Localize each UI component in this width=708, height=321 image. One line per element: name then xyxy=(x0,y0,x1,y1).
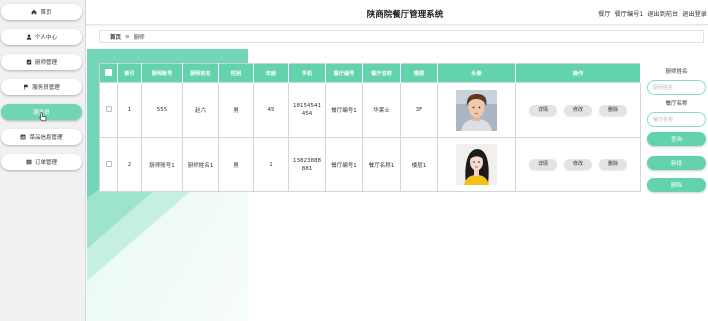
sidebar-item-label: 菜品信息管理 xyxy=(29,135,63,141)
clipboard-check-icon xyxy=(26,59,32,65)
top-header: 陕商院餐厅管理系统 餐厅 餐厅编号1 退出到前台 退出登录 xyxy=(86,0,708,25)
column-header-actions: 操作 xyxy=(515,63,641,83)
cell-restaurant-name: 餐厅名称1 xyxy=(362,137,401,192)
table-row: 1 555 赵六 男 45 18154541454 餐厅编号1 华莱士 3F 详… xyxy=(99,82,641,138)
chef-avatar-image xyxy=(456,144,497,185)
breadcrumb: 首页 ≡ 厨师 xyxy=(99,30,704,43)
detail-button[interactable]: 详情 xyxy=(529,159,557,170)
phone-text: 13823888881 xyxy=(293,157,321,172)
column-header-gender: 性别 xyxy=(218,63,254,83)
back-to-front-link[interactable]: 退出到前台 xyxy=(647,9,678,18)
logout-link[interactable]: 退出登录 xyxy=(682,9,707,18)
header-user-area: 餐厅 餐厅编号1 退出到前台 退出登录 xyxy=(598,9,707,18)
phone-text: 18154541454 xyxy=(293,103,321,117)
sidebar-item-waiter-management[interactable]: 服务员管理 xyxy=(1,79,82,95)
delete-button[interactable]: 删除 xyxy=(599,104,627,116)
cell-account: 555 xyxy=(141,82,183,138)
user-icon xyxy=(26,34,32,40)
breadcrumb-home[interactable]: 首页 xyxy=(110,33,121,41)
cell-index: 2 xyxy=(117,137,142,192)
sidebar-item-order-management[interactable]: 订单管理 xyxy=(1,154,82,170)
chef-name-label: 厨师姓名 xyxy=(665,69,688,75)
cell-actions: 详情 修改 删除 xyxy=(515,82,641,138)
cell-floor: 3F xyxy=(400,82,438,138)
column-header-restaurant-name: 餐厅名称 xyxy=(362,63,401,83)
delete-button[interactable]: 删除 xyxy=(599,159,627,170)
cell-floor: 楼层1 xyxy=(400,137,438,192)
cell-age: 45 xyxy=(253,82,289,138)
column-header-age: 年龄 xyxy=(253,63,289,83)
cell-restaurant-name: 华莱士 xyxy=(362,82,401,138)
sidebar-item-label: 个人中心 xyxy=(34,35,57,41)
sidebar-item-label: 厨师管理 xyxy=(34,60,57,66)
mouse-pointer-icon xyxy=(39,112,47,122)
chef-name-input[interactable] xyxy=(647,80,706,95)
column-header-restaurant-no: 餐厅编号 xyxy=(325,63,363,83)
cell-gender: 男 xyxy=(218,82,254,138)
cell-gender: 男 xyxy=(218,137,254,192)
sidebar-item-label: 服务员管理 xyxy=(32,85,60,91)
restaurant-name-label: 餐厅名称 xyxy=(665,101,688,107)
cell-age: 1 xyxy=(253,137,289,192)
sidebar: 首页 个人中心 厨师管理 服务员管理 服务员 菜品信息管理 订单管理 xyxy=(0,0,86,321)
sidebar-item-profile[interactable]: 个人中心 xyxy=(1,29,82,45)
chef-avatar-image xyxy=(456,89,497,131)
detail-button[interactable]: 详情 xyxy=(529,104,557,116)
home-icon xyxy=(31,9,37,15)
column-header-phone: 手机 xyxy=(288,63,326,83)
select-all-cell xyxy=(99,63,118,83)
column-header-account: 厨师账号 xyxy=(141,63,183,83)
column-header-index: 索引 xyxy=(117,63,142,83)
sidebar-item-chef-management[interactable]: 厨师管理 xyxy=(1,54,82,70)
cell-name: 赵六 xyxy=(182,82,219,138)
table-row: 2 厨师账号1 厨师姓名1 男 1 13823888881 餐厅编号1 餐厅名称… xyxy=(99,137,641,192)
breadcrumb-current: 厨师 xyxy=(133,34,145,41)
add-button[interactable]: 新增 xyxy=(647,156,706,170)
chef-table-grid: 索引 厨师账号 厨师姓名 性别 年龄 手机 餐厅编号 餐厅名称 楼层 头像 操作… xyxy=(99,63,641,192)
table-header-row: 索引 厨师账号 厨师姓名 性别 年龄 手机 餐厅编号 餐厅名称 楼层 头像 操作 xyxy=(99,63,641,83)
breadcrumb-separator: ≡ xyxy=(125,33,130,40)
edit-button[interactable]: 修改 xyxy=(564,159,592,170)
cell-name: 厨师姓名1 xyxy=(182,137,219,192)
cell-index: 1 xyxy=(117,82,142,138)
column-header-floor: 楼层 xyxy=(400,63,438,83)
cell-avatar xyxy=(437,137,516,192)
restaurant-name-input[interactable] xyxy=(647,112,706,127)
query-button[interactable]: 查询 xyxy=(647,132,706,146)
user-name: 餐厅编号1 xyxy=(614,11,644,18)
sidebar-item-dish-info-management[interactable]: 菜品信息管理 xyxy=(1,129,82,145)
cell-restaurant-no: 餐厅编号1 xyxy=(325,137,363,192)
sidebar-item-label: 首页 xyxy=(40,10,52,16)
user-role: 餐厅 xyxy=(598,11,611,18)
row-select-cell xyxy=(99,137,118,192)
row-checkbox[interactable] xyxy=(105,106,112,112)
sidebar-item-home[interactable]: 首页 xyxy=(1,4,82,20)
cell-account: 厨师账号1 xyxy=(141,137,183,192)
list-icon xyxy=(26,159,32,165)
cell-actions: 详情 修改 删除 xyxy=(515,137,641,192)
cell-phone: 13823888881 xyxy=(288,137,326,192)
bar-chart-icon xyxy=(20,134,26,140)
row-checkbox[interactable] xyxy=(105,160,112,167)
sidebar-item-label: 订单管理 xyxy=(34,160,57,166)
app-title: 陕商院餐厅管理系统 xyxy=(366,10,444,20)
batch-delete-button[interactable]: 删除 xyxy=(647,178,706,192)
cell-restaurant-no: 餐厅编号1 xyxy=(325,82,363,138)
cell-phone: 18154541454 xyxy=(288,82,326,138)
chef-table: 索引 厨师账号 厨师姓名 性别 年龄 手机 餐厅编号 餐厅名称 楼层 头像 操作… xyxy=(99,63,641,192)
flag-icon xyxy=(23,84,29,90)
edit-button[interactable]: 修改 xyxy=(564,104,592,116)
column-header-avatar: 头像 xyxy=(437,63,516,83)
cell-avatar xyxy=(437,82,516,138)
select-all-checkbox[interactable] xyxy=(105,68,112,76)
column-header-name: 厨师姓名 xyxy=(182,63,219,83)
row-select-cell xyxy=(99,82,118,138)
